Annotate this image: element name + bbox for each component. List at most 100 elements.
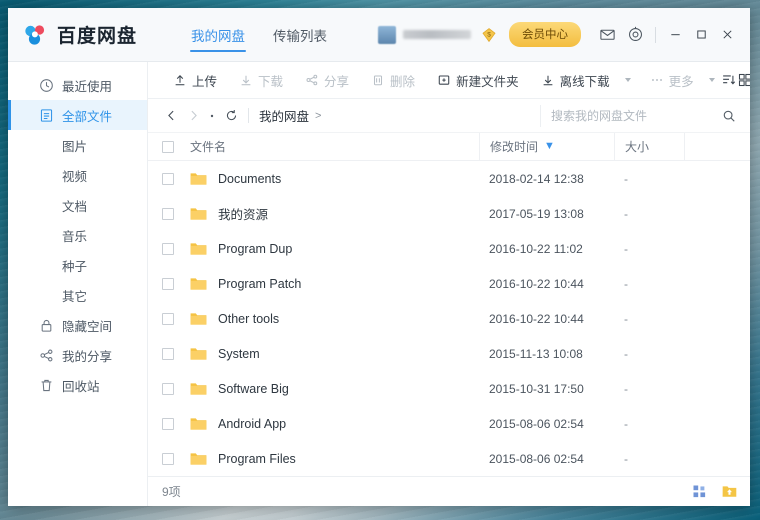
file-list-icon [38, 107, 54, 123]
row-file-name: Documents [218, 171, 282, 186]
table-row[interactable]: Documents 2018-02-14 12:38 - [148, 161, 750, 196]
folder-icon [190, 452, 207, 466]
column-header-name[interactable]: 文件名 [174, 138, 479, 155]
row-modified-time: 2016-10-22 10:44 [489, 276, 584, 291]
table-header: 文件名 修改时间 ▼ 大小 [148, 133, 750, 161]
new-folder-label: 新建文件夹 [456, 74, 519, 89]
back-chevron-left-icon[interactable] [160, 105, 182, 127]
row-file-name: Android App [218, 416, 287, 431]
row-size: - [624, 206, 628, 221]
dot-icon[interactable] [204, 112, 220, 120]
offline-download-label: 离线下载 [559, 74, 610, 89]
breadcrumb-path[interactable]: 我的网盘 > [259, 106, 321, 125]
row-size: - [624, 381, 628, 396]
main-panel: 上传 下载 分享 删除 新建文件夹 离线下载 更多 我的网盘 > 搜索我的网盘文… [148, 62, 750, 506]
new-folder-button[interactable]: 新建文件夹 [426, 67, 530, 93]
settings-gear-icon[interactable] [621, 21, 649, 49]
tab-transfer-list[interactable]: 传输列表 [259, 8, 341, 61]
column-header-size[interactable]: 大小 [614, 133, 684, 160]
maximize-button[interactable] [688, 22, 714, 48]
diamond-badge-icon[interactable]: $ [481, 27, 497, 43]
table-row[interactable]: Software Big 2015-10-31 17:50 - [148, 371, 750, 406]
row-checkbox[interactable] [162, 452, 174, 465]
row-file-name: 我的资源 [218, 208, 269, 222]
sidebar-item-documents[interactable]: 文档 [8, 190, 147, 220]
table-row[interactable]: 我的资源 2017-05-19 13:08 - [148, 196, 750, 231]
folder-upload-icon[interactable] [718, 481, 740, 503]
account-area[interactable] [378, 25, 471, 44]
sidebar-item-recycle-bin-label: 回收站 [62, 379, 100, 394]
sidebar-item-all-files[interactable]: 全部文件 [8, 100, 147, 130]
share-label: 分享 [324, 74, 350, 89]
row-size: - [624, 416, 628, 431]
row-checkbox[interactable] [162, 207, 174, 220]
mail-icon[interactable] [593, 21, 621, 49]
grid-view-icon[interactable] [737, 67, 750, 93]
status-bar-actions [688, 481, 740, 503]
table-row[interactable]: Program Dup 2016-10-22 11:02 - [148, 231, 750, 266]
refresh-icon[interactable] [220, 105, 242, 127]
download-button[interactable]: 下载 [228, 67, 294, 93]
sort-descending-icon[interactable] [721, 67, 737, 93]
row-checkbox[interactable] [162, 277, 174, 290]
share-icon [38, 347, 54, 363]
search-input[interactable] [551, 108, 718, 123]
window-body: 最近使用 全部文件 图片 视频 文档 音乐 种子 其它 隐藏空间 我的分享 回收… [8, 62, 750, 506]
row-size: - [624, 311, 628, 326]
more-caret-icon[interactable] [708, 78, 715, 82]
offline-download-button[interactable]: 离线下载 [530, 67, 621, 93]
row-checkbox[interactable] [162, 312, 174, 325]
row-file-name: Program Dup [218, 241, 293, 256]
share-button[interactable]: 分享 [294, 67, 360, 93]
table-row[interactable]: System 2015-11-13 10:08 - [148, 336, 750, 371]
select-all-checkbox[interactable] [162, 140, 174, 153]
offline-download-caret-icon[interactable] [624, 78, 631, 82]
row-modified-time: 2015-08-06 02:54 [489, 416, 584, 431]
table-row[interactable]: Program Files 2015-08-06 02:54 - [148, 441, 750, 476]
search-container [540, 104, 740, 127]
vip-center-button[interactable]: 会员中心 [509, 22, 581, 47]
sidebar-item-torrents[interactable]: 种子 [8, 250, 147, 280]
minimize-button[interactable] [662, 22, 688, 48]
sidebar-item-pictures[interactable]: 图片 [8, 130, 147, 160]
sidebar-item-videos-label: 视频 [62, 169, 88, 184]
sidebar-item-music[interactable]: 音乐 [8, 220, 147, 250]
trash-icon [38, 377, 54, 393]
sidebar-item-videos[interactable]: 视频 [8, 160, 147, 190]
tab-bar: 我的网盘 传输列表 [177, 8, 341, 61]
sidebar-item-others[interactable]: 其它 [8, 280, 147, 310]
tab-my-netdisk[interactable]: 我的网盘 [177, 8, 259, 61]
column-header-time[interactable]: 修改时间 ▼ [479, 133, 614, 160]
delete-button[interactable]: 删除 [360, 67, 426, 93]
grid-squares-icon[interactable] [688, 481, 710, 503]
sidebar-item-hidden-space[interactable]: 隐藏空间 [8, 310, 147, 340]
search-icon[interactable] [718, 105, 740, 127]
row-checkbox[interactable] [162, 347, 174, 360]
forward-chevron-right-icon[interactable] [182, 105, 204, 127]
row-file-name: Other tools [218, 311, 280, 326]
row-name-cell: Program Files [174, 452, 479, 466]
row-checkbox[interactable] [162, 417, 174, 430]
sidebar-item-recent[interactable]: 最近使用 [8, 70, 147, 100]
table-row[interactable]: Other tools 2016-10-22 10:44 - [148, 301, 750, 336]
row-checkbox[interactable] [162, 242, 174, 255]
row-checkbox[interactable] [162, 172, 174, 185]
sort-arrow-icon: ▼ [544, 140, 555, 152]
close-button[interactable] [714, 22, 740, 48]
sidebar-item-my-shares[interactable]: 我的分享 [8, 340, 147, 370]
brand-name: 百度网盘 [57, 26, 138, 47]
folder-icon [190, 172, 207, 186]
breadcrumb-root-label: 我的网盘 [259, 110, 310, 124]
breadcrumb-bar: 我的网盘 > [148, 99, 750, 133]
sidebar-item-recycle-bin[interactable]: 回收站 [8, 370, 147, 400]
table-row[interactable]: Android App 2015-08-06 02:54 - [148, 406, 750, 441]
sidebar-item-torrents-label: 种子 [62, 259, 88, 274]
row-name-cell: Android App [174, 417, 479, 431]
upload-button[interactable]: 上传 [162, 67, 228, 93]
more-button[interactable]: 更多 [639, 67, 705, 93]
svg-text:$: $ [487, 31, 491, 38]
status-bar: 9项 [148, 476, 750, 506]
table-row[interactable]: Program Patch 2016-10-22 10:44 - [148, 266, 750, 301]
folder-icon [190, 417, 207, 431]
row-checkbox[interactable] [162, 382, 174, 395]
